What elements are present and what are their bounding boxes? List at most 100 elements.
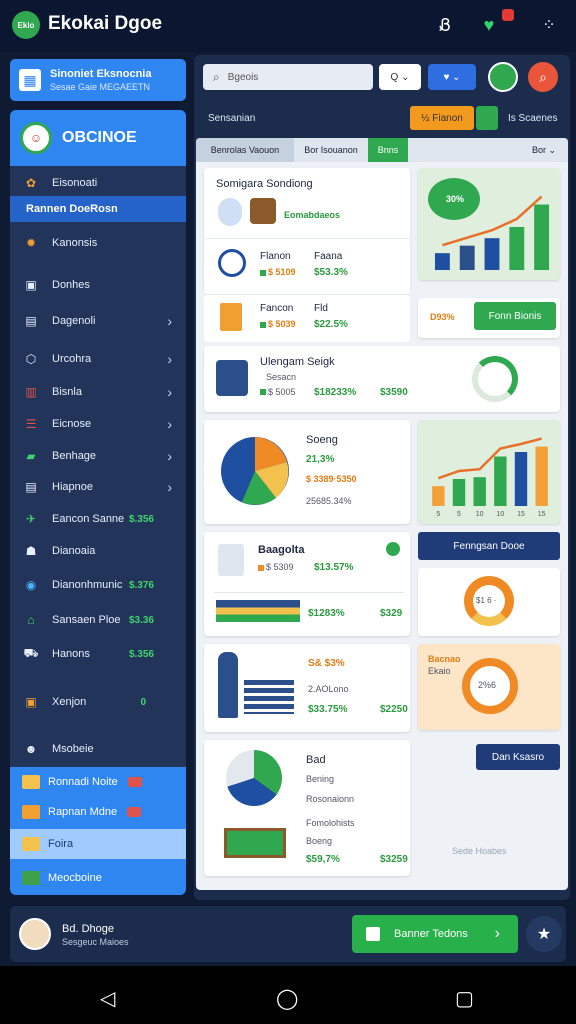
tab-2[interactable]: Bnns: [368, 138, 408, 162]
card-title: Baagolta: [258, 544, 305, 556]
user-avatar[interactable]: [488, 62, 518, 92]
sidebar-item-3[interactable]: ▣ Donhes: [10, 270, 186, 300]
sidebar-bottom-item-1[interactable]: Rapnan Mdne: [10, 797, 186, 827]
back-icon[interactable]: ◁: [100, 986, 115, 1011]
tab-3[interactable]: Bor ⌄: [526, 138, 562, 162]
sidebar-item-16[interactable]: ☻ Msobeie: [10, 734, 186, 764]
app-logo[interactable]: Eklo: [12, 11, 40, 39]
sidebar-item-label: Kanonsis: [52, 237, 98, 249]
clipboard-icon: [218, 544, 244, 576]
orange-filter-button[interactable]: ½ Fianon: [410, 106, 474, 130]
banner-button[interactable]: Banner Tedons ›: [352, 915, 518, 953]
grid-icon: ▣: [25, 278, 37, 292]
donut-value: 2%6: [478, 680, 497, 690]
metric-value: $2250: [380, 704, 408, 715]
bad-card[interactable]: Bad Bening Rosonaionn Fomolohists Boeng …: [204, 740, 410, 876]
sidebar-item-6[interactable]: ▥ Bisnla ›: [10, 377, 186, 407]
divider: [214, 592, 404, 593]
sale-button[interactable]: Fonn Bionis: [474, 302, 556, 330]
heart-icon[interactable]: ♥: [476, 12, 502, 38]
sidebar-item-7[interactable]: ☰ Eicnose ›: [10, 409, 186, 439]
sidebar-bottom-item-3[interactable]: Meocboine: [10, 863, 186, 893]
sidebar-item-11[interactable]: ☗ Dianoaia: [10, 536, 186, 566]
sidebar-item-9[interactable]: ▤ Hiapnoe ›: [10, 472, 186, 502]
tab-1[interactable]: Bor Isouanon: [296, 138, 366, 162]
metric-row[interactable]: Fancon Fld $ 5039 $22.5%: [204, 294, 410, 342]
x-tick-label: 10: [476, 511, 484, 518]
x-tick-label: 15: [517, 511, 525, 518]
filter-button[interactable]: ♥ ⌄: [428, 64, 476, 90]
sidebar-item-label: Dianoaia: [52, 545, 96, 557]
sidebar-item-10[interactable]: ✈ Eancon Sanne $.356: [10, 504, 186, 534]
dark-action-button[interactable]: Dan Ksasro: [476, 744, 560, 770]
check-icon[interactable]: [476, 106, 498, 130]
section-right-link[interactable]: Is Scaenes: [508, 113, 557, 124]
sidebar-header[interactable]: ☺ OBCINOE: [10, 110, 186, 166]
sidebar-item-12[interactable]: ◉ Dianonhmunic $.376: [10, 570, 186, 600]
user-avatar-bottom[interactable]: [19, 918, 51, 950]
metric-label: Bening: [306, 774, 335, 784]
person-icon: [218, 652, 238, 718]
pie-card[interactable]: Soeng 21,3% $ 3389·5350 25685.34%: [204, 420, 410, 524]
sidebar-item-label: Benhage: [52, 450, 97, 462]
search-input[interactable]: ⌕ Bgeois: [203, 64, 373, 90]
search-round-button[interactable]: ⌕: [528, 62, 558, 92]
sidebar-item-15[interactable]: ▣ Xenjon 0: [10, 687, 186, 717]
search-button[interactable]: Q ⌄: [379, 64, 421, 90]
chart-bar: [452, 479, 466, 506]
trend-line: [442, 195, 543, 247]
table-icon: ▤: [25, 480, 37, 494]
orange-card[interactable]: Bacnao Ekaio 2%6: [418, 644, 560, 730]
bar-chart-2: 5 5 10 10 15 15: [432, 437, 548, 518]
metric-value: $ 5039: [268, 319, 296, 329]
grid-dots-icon[interactable]: ⁘: [536, 12, 562, 38]
metric-value: $13.57%: [314, 562, 354, 573]
metric-value: $18233%: [314, 387, 357, 398]
table-card[interactable]: S& $3% 2.AOLono $33.75% $2250: [204, 644, 410, 732]
baagolta-card[interactable]: Baagolta $ 5309 $13.57% $1283% $329: [204, 532, 410, 636]
sidebar-item-1[interactable]: Rannen DoeRosn: [10, 196, 186, 222]
avatar: [218, 198, 242, 226]
sidebar-top-card[interactable]: ▦ Sinoniet Eksnocnia Sesae Gaie MEGAEETN: [10, 59, 186, 101]
legend-square: [260, 322, 266, 328]
sidebar-item-8[interactable]: ▰ Benhage ›: [10, 441, 186, 471]
sidebar-item-13[interactable]: ⌂ Sansaen Ploe $3.36: [10, 605, 186, 635]
recent-apps-icon[interactable]: ▢: [455, 986, 474, 1011]
sidebar-item-5[interactable]: ⬡ Urcohra ›: [10, 344, 186, 374]
calendar-icon: ▣: [25, 695, 37, 709]
sidebar-header-title: OBCINOE: [62, 129, 137, 146]
search-placeholder: Bgeois: [227, 71, 259, 83]
card-title: Bad: [306, 754, 326, 766]
chart-bar: [473, 477, 486, 506]
bar-chart-card[interactable]: 30%: [418, 168, 560, 280]
sale-card[interactable]: D93% Fonn Bionis: [418, 298, 560, 338]
sidebar-item-label: Rannen DoeRosn: [26, 203, 118, 215]
sidebar-item-value: $.356: [128, 513, 154, 525]
brand-b-icon[interactable]: Ᏸ: [432, 12, 458, 38]
metric-label: Rosonaionn: [306, 794, 355, 804]
sidebar-item-2[interactable]: ✹ Kanonsis: [10, 228, 186, 258]
sidebar-item-0[interactable]: ✿ Eisonoati: [10, 168, 186, 198]
metric-row[interactable]: Flanon Faana $ 5109 $53.3%: [204, 238, 410, 294]
donut-header[interactable]: Fenngsan Dooe: [418, 532, 560, 560]
legend-square: [260, 270, 266, 276]
home-icon[interactable]: ◯: [276, 986, 298, 1011]
sidebar-bottom-group: Ronnadi Noite Rapnan Mdne Foira Meocboin…: [10, 767, 186, 895]
seigk-card[interactable]: Ulengam Seigk Sesacn $ 5005 $18233% $359…: [204, 346, 560, 412]
bar-chart-card-2[interactable]: 5 5 10 10 15 15: [418, 420, 560, 524]
star-button[interactable]: ★: [526, 916, 562, 952]
donut-card[interactable]: $1 6 ·: [418, 568, 560, 636]
sidebar-item-value: $.356: [128, 648, 154, 660]
sidebar-bottom-item-0[interactable]: Ronnadi Noite: [10, 767, 186, 797]
tab-0[interactable]: Benrolas Vaouon: [196, 138, 294, 162]
tag-icon: [127, 777, 142, 787]
sidebar-item-value: $.376: [128, 579, 154, 591]
globe-icon: ◉: [25, 578, 37, 592]
sidebar-item-4[interactable]: ▤ Dagenoli ›: [10, 306, 186, 336]
sidebar-item-label: Eisonoati: [52, 177, 98, 189]
sidebar-item-14[interactable]: ⛟ Hanons $.356: [10, 639, 186, 669]
sidebar-bottom-item-2[interactable]: Foira: [10, 829, 186, 859]
sidebar-item-value: $3.36: [128, 614, 154, 626]
metric-value: $1283%: [308, 608, 345, 619]
user-icon: ☗: [25, 544, 37, 558]
